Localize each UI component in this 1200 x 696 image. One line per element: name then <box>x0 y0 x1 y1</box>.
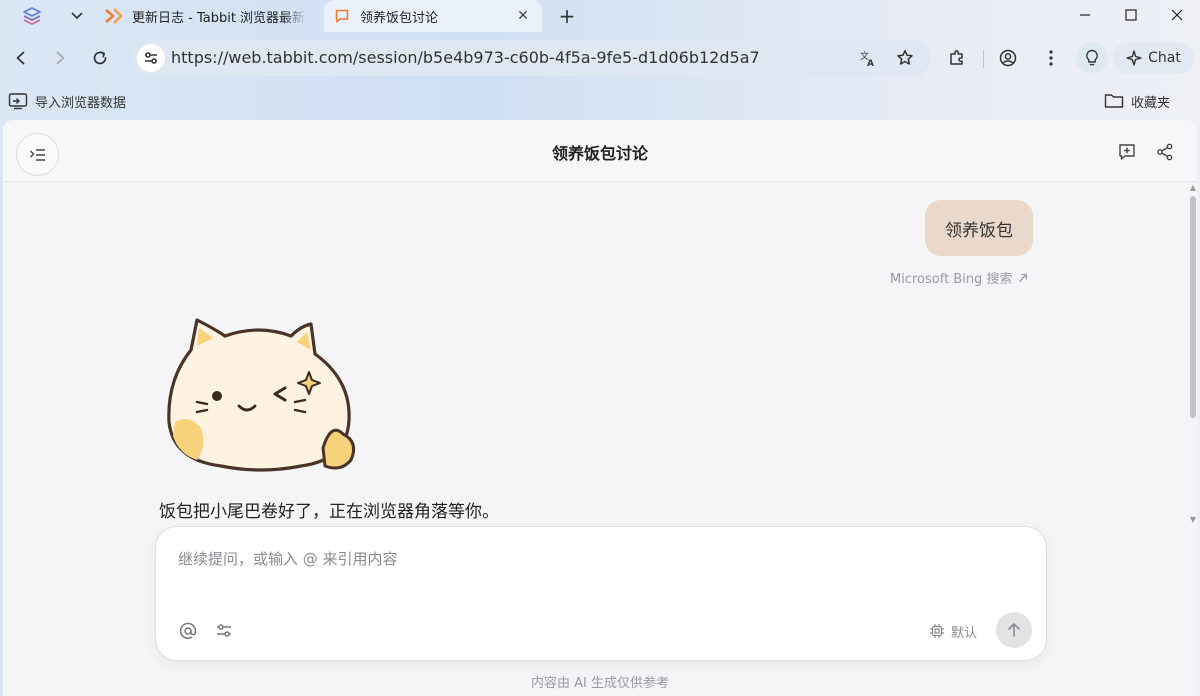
chat-bubble-icon <box>334 8 350 24</box>
user-message-bubble: 领养饭包 <box>925 200 1033 256</box>
at-mention-icon[interactable] <box>176 619 200 643</box>
composer-input[interactable] <box>178 547 1018 571</box>
address-bar[interactable]: https://web.tabbit.com/session/b5e4b973-… <box>133 40 931 76</box>
layers-icon[interactable] <box>20 5 44 27</box>
back-button[interactable] <box>5 42 37 74</box>
tab-changelog-title: 更新日志 - Tabbit 浏览器最新 <box>132 10 306 26</box>
chip-icon <box>929 623 945 639</box>
toolbar-divider <box>983 50 984 68</box>
cat-mascot-illustration <box>161 310 371 485</box>
svg-text:A: A <box>867 59 874 67</box>
folder-icon <box>1104 93 1124 109</box>
reload-button[interactable] <box>84 42 116 74</box>
scroll-up-arrow[interactable]: ▲ <box>1189 184 1197 192</box>
url-text[interactable]: https://web.tabbit.com/session/b5e4b973-… <box>171 40 760 76</box>
chat-button-label: Chat <box>1148 50 1181 66</box>
tab-adopt-discussion[interactable]: 领养饭包讨论 ✕ <box>324 0 542 32</box>
external-link-icon <box>1018 273 1028 283</box>
bookmark-star-icon[interactable] <box>889 42 921 74</box>
chat-page: 领养饭包讨论 领养饭包 Microsoft Bing 搜索 饭包把小尾巴卷好了，… <box>3 120 1197 696</box>
user-message-text: 领养饭包 <box>945 220 1013 241</box>
favorites-label: 收藏夹 <box>1131 95 1171 111</box>
menu-more-icon[interactable] <box>1035 42 1067 74</box>
page-header: 领养饭包讨论 <box>3 120 1197 182</box>
scroll-down-arrow[interactable]: ▼ <box>1189 516 1197 524</box>
send-button[interactable] <box>996 612 1032 648</box>
close-window-button[interactable] <box>1154 0 1200 30</box>
import-icon <box>8 92 28 110</box>
scrollbar-thumb[interactable] <box>1190 196 1196 418</box>
chat-button[interactable]: Chat <box>1113 42 1194 74</box>
assistant-reply-text: 饭包把小尾巴卷好了，正在浏览器角落等你。 <box>159 502 499 522</box>
model-selector[interactable]: 默认 <box>929 619 977 643</box>
import-label: 导入浏览器数据 <box>35 95 127 111</box>
message-composer: 默认 <box>155 526 1047 661</box>
profile-icon[interactable] <box>992 42 1024 74</box>
maximize-button[interactable] <box>1108 0 1154 30</box>
sparkle-chat-icon <box>1126 50 1142 66</box>
tabbit-logo-icon <box>104 7 124 25</box>
bing-search-link[interactable]: Microsoft Bing 搜索 <box>890 268 1028 287</box>
model-label: 默认 <box>951 625 978 641</box>
import-browser-data-link[interactable]: 导入浏览器数据 <box>8 88 126 114</box>
translate-icon[interactable]: 文A <box>852 42 884 74</box>
lightbulb-icon[interactable] <box>1076 42 1108 74</box>
extensions-icon[interactable] <box>941 42 973 74</box>
settings-sliders-icon[interactable] <box>212 619 236 643</box>
ai-disclaimer: 内容由 AI 生成仅供参考 <box>531 676 669 691</box>
forward-button[interactable] <box>44 42 76 74</box>
tab-strip: 更新日志 - Tabbit 浏览器最新 领养饭包讨论 ✕ + <box>0 0 1200 32</box>
toolbar: https://web.tabbit.com/session/b5e4b973-… <box>0 36 1200 80</box>
tab-search-chevron-icon[interactable] <box>66 5 88 27</box>
bookmarks-bar: 导入浏览器数据 收藏夹 <box>0 88 1200 114</box>
site-info-icon[interactable] <box>137 44 165 72</box>
new-chat-icon[interactable] <box>1116 141 1138 163</box>
page-title: 领养饭包讨论 <box>551 144 648 163</box>
close-icon[interactable]: ✕ <box>514 7 532 25</box>
share-icon[interactable] <box>1154 141 1176 163</box>
tab-changelog[interactable]: 更新日志 - Tabbit 浏览器最新 <box>104 0 316 32</box>
tab-adopt-title: 领养饭包讨论 <box>360 10 439 26</box>
bing-search-label: Microsoft Bing 搜索 <box>890 272 1013 287</box>
favorites-folder[interactable]: 收藏夹 <box>1104 88 1170 114</box>
new-tab-button[interactable]: + <box>555 4 579 28</box>
minimize-button[interactable] <box>1062 0 1108 30</box>
